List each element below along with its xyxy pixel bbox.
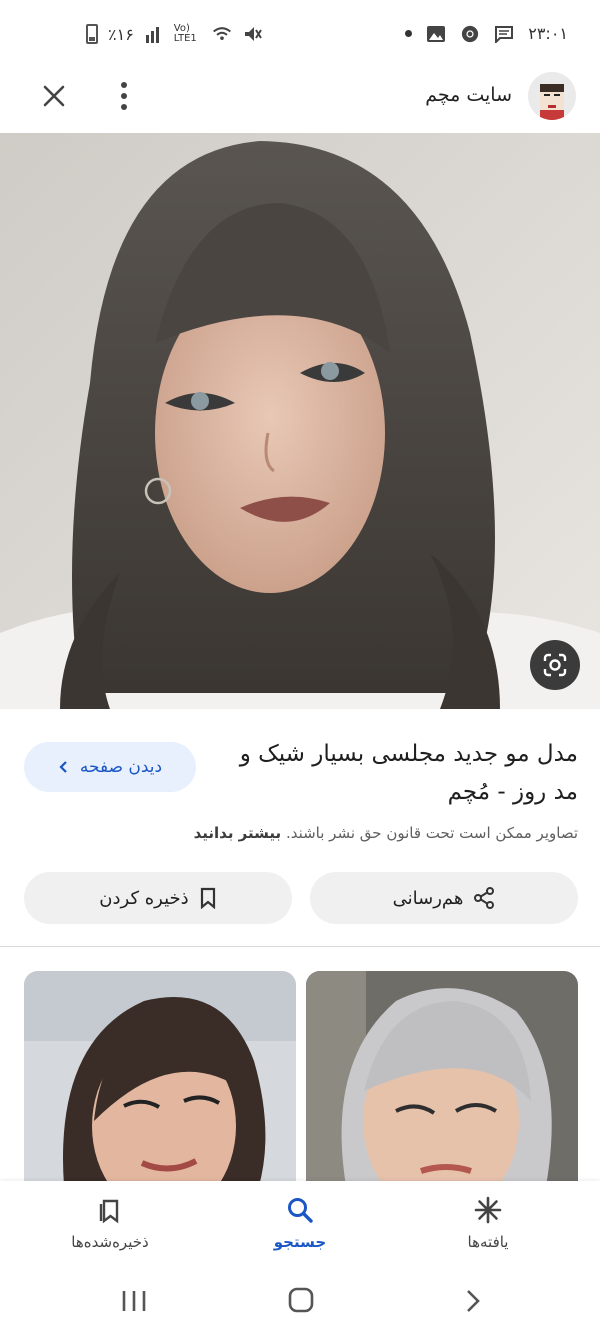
mute-icon <box>244 27 262 41</box>
battery-level: ٪۱۶ <box>108 24 134 44</box>
status-bar: ٪۱۶ Vo) LTE1 ۲۳:۰۱ <box>0 0 600 70</box>
related-portrait-dark-bob <box>24 971 296 1186</box>
search-icon <box>288 1198 313 1223</box>
nav-finds[interactable]: یافته‌ها <box>428 1195 548 1251</box>
visit-page-label: دیدن صفحه <box>79 757 163 777</box>
asterisk-icon <box>474 1196 502 1224</box>
battery-icon <box>86 24 98 44</box>
related-portrait-silver-bob <box>306 971 578 1186</box>
share-button[interactable]: هم‌رسانی <box>310 872 578 924</box>
related-image-2[interactable] <box>24 971 296 1186</box>
copyright-text: تصاویر ممکن است تحت قانون حق نشر باشند. <box>285 824 578 842</box>
clock: ۲۳:۰۱ <box>528 24 568 43</box>
visit-page-button[interactable]: دیدن صفحه <box>24 742 196 792</box>
save-button[interactable]: ذخیره کردن <box>24 872 292 924</box>
share-label: هم‌رسانی <box>392 887 464 909</box>
main-image[interactable] <box>0 133 600 709</box>
nav-search[interactable]: جستجو <box>240 1195 360 1251</box>
nav-saved-label: ذخیره‌شده‌ها <box>71 1233 149 1251</box>
result-title[interactable]: مدل مو جدید مجلسی بسیار شیک و مد روز - م… <box>218 735 578 811</box>
bookmark-icon <box>200 887 215 909</box>
google-lens-button[interactable] <box>530 640 580 690</box>
close-icon[interactable] <box>36 78 72 114</box>
status-left: ٪۱۶ Vo) LTE1 <box>86 24 262 44</box>
status-right: ۲۳:۰۱ <box>405 24 568 43</box>
site-avatar[interactable] <box>528 72 576 120</box>
site-logo-image <box>528 72 576 120</box>
gallery-icon <box>427 25 446 42</box>
bottom-navigation: ذخیره‌شده‌ها جستجو یافته‌ها <box>0 1181 600 1271</box>
nav-finds-label: یافته‌ها <box>467 1233 509 1251</box>
wifi-icon <box>212 27 231 40</box>
home-icon[interactable] <box>281 1283 321 1319</box>
collections-icon <box>99 1199 119 1224</box>
nav-saved[interactable]: ذخیره‌شده‌ها <box>50 1195 170 1251</box>
chevron-left-icon <box>59 761 67 773</box>
portrait-image <box>0 133 600 709</box>
related-image-1[interactable] <box>306 971 578 1186</box>
notification-dot-icon <box>405 30 413 37</box>
more-vert-icon[interactable] <box>112 78 136 114</box>
recent-apps-icon[interactable] <box>114 1283 154 1319</box>
share-icon <box>474 887 495 909</box>
top-bar: سایت مچم <box>0 70 600 132</box>
site-name[interactable]: سایت مچم <box>425 84 512 106</box>
learn-more-link[interactable]: بیشتر بدانید <box>194 824 282 842</box>
save-label: ذخیره کردن <box>99 887 189 909</box>
lens-icon <box>543 653 567 677</box>
section-divider <box>0 946 600 947</box>
back-icon[interactable] <box>452 1283 492 1319</box>
nav-search-label: جستجو <box>273 1233 327 1251</box>
chrome-icon <box>462 25 479 42</box>
copyright-notice: تصاویر ممکن است تحت قانون حق نشر باشند. … <box>22 824 578 842</box>
network-label: Vo) LTE1 <box>173 23 197 44</box>
message-icon <box>495 25 514 43</box>
system-navigation <box>0 1271 600 1333</box>
signal-icon <box>145 27 159 43</box>
